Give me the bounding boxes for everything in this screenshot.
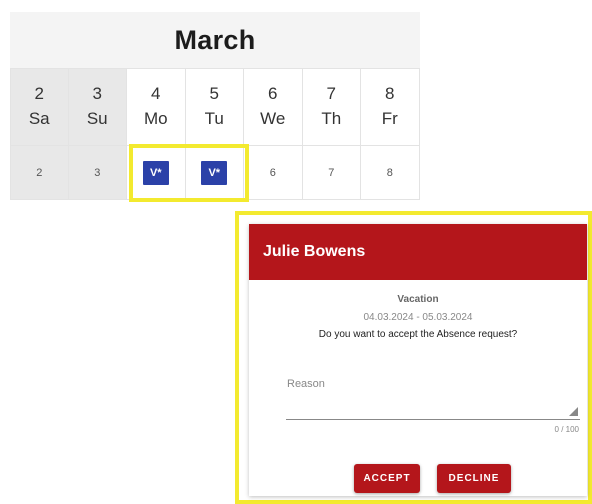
day-name: Sa [28,109,50,128]
calendar: March 2 Sa 3 Su 4 Mo 5 Tu 6 We 7 Th 8 Fr… [10,12,420,202]
day-number: 2 [34,84,44,103]
calendar-grid: 2 Sa 3 Su 4 Mo 5 Tu 6 We 7 Th 8 Fr 2 3 V… [10,68,420,202]
absence-row: 2 3 V* V* 6 7 8 [10,146,420,200]
day-cell[interactable]: V* [185,146,244,200]
day-name: Mo [143,109,168,128]
accept-button[interactable]: ACCEPT [354,464,420,493]
day-cell-number: 8 [386,166,393,179]
date-range: 04.03.2024 - 05.03.2024 [363,312,473,323]
vacation-badge[interactable]: V* [142,160,169,185]
day-cell-number: 7 [328,166,335,179]
day-number: 6 [268,84,278,103]
absence-request-dialog: Julie Bowens Vacation 04.03.2024 - 05.03… [249,224,587,496]
day-header-row: 2 Sa 3 Su 4 Mo 5 Tu 6 We 7 Th 8 Fr [10,68,420,146]
day-header-cell: 3 Su [68,68,127,146]
day-cell-number: 2 [36,166,43,179]
day-number: 8 [385,84,395,103]
day-cell[interactable]: 6 [244,146,303,200]
day-header-cell: 5 Tu [185,68,244,146]
day-header-cell: 4 Mo [127,68,186,146]
day-number: 7 [326,84,336,103]
day-name: Tu [204,109,224,128]
vacation-badge[interactable]: V* [201,160,228,185]
day-cell[interactable]: 2 [10,146,69,200]
day-cell-number: 6 [269,166,276,179]
day-cell[interactable]: 7 [302,146,361,200]
employee-name: Julie Bowens [263,243,366,260]
reason-field[interactable]: Reason [286,375,580,420]
day-number: 5 [209,84,219,103]
confirm-question: Do you want to accept the Absence reques… [318,329,518,340]
day-header-cell: 2 Sa [10,68,69,146]
dialog-header: Julie Bowens [249,224,587,280]
decline-button[interactable]: DECLINE [437,464,511,493]
character-counter: 0 / 100 [554,425,579,434]
day-cell[interactable]: V* [127,146,186,200]
day-number: 3 [92,84,102,103]
day-cell[interactable]: 8 [361,146,420,200]
day-name: We [260,109,286,128]
day-name: Su [86,109,108,128]
day-header-cell: 8 Fr [361,68,420,146]
reason-label: Reason [287,378,325,390]
resize-handle-icon[interactable] [569,407,578,416]
leave-type: Vacation [397,294,439,305]
day-header-cell: 6 We [244,68,303,146]
day-name: Th [321,109,342,128]
dialog-body: Vacation 04.03.2024 - 05.03.2024 Do you … [249,280,587,340]
day-cell-number: 3 [94,166,101,179]
day-number: 4 [151,84,161,103]
month-title: March [10,12,420,68]
day-cell[interactable]: 3 [68,146,127,200]
day-name: Fr [381,109,398,128]
day-header-cell: 7 Th [302,68,361,146]
